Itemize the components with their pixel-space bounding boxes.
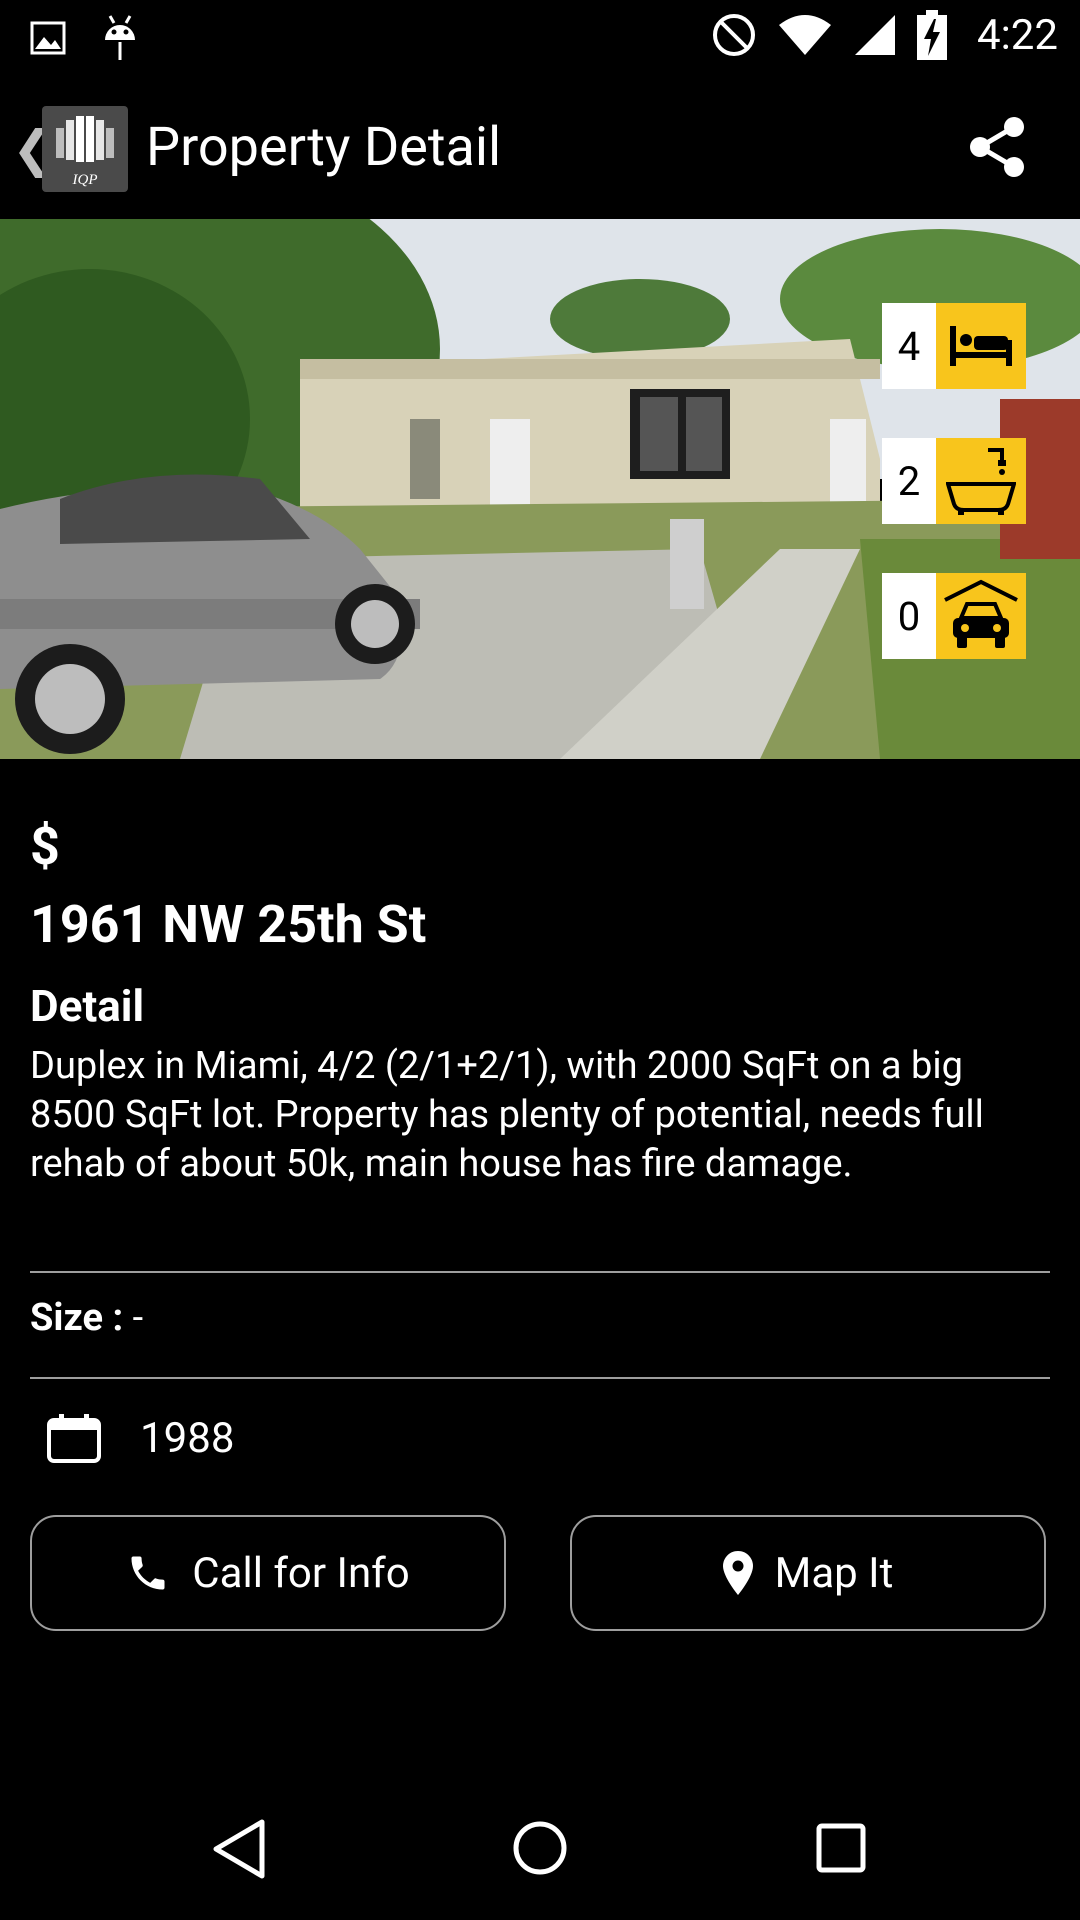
- call-for-info-label: Call for Info: [192, 1548, 410, 1598]
- divider: [30, 1377, 1050, 1379]
- garage-count: 0: [882, 573, 936, 659]
- detail-description: Duplex in Miami, 4/2 (2/1+2/1), with 200…: [30, 1044, 984, 1186]
- year-built-row: 1988: [46, 1412, 234, 1464]
- garage-stat: 0: [882, 573, 1026, 659]
- back-icon[interactable]: [212, 1818, 268, 1880]
- size-label: Size :: [30, 1296, 124, 1340]
- phone-icon: [131, 1556, 165, 1590]
- bathtub-icon: [946, 448, 1016, 515]
- divider: [30, 1271, 1050, 1273]
- app-bar: ❮ IQP Property Detail: [0, 76, 1080, 218]
- property-address: 1961 NW 25th St: [30, 894, 427, 955]
- bathrooms-stat: 2: [882, 438, 1026, 524]
- calendar-icon: [47, 1414, 101, 1463]
- recents-icon[interactable]: [816, 1823, 866, 1873]
- map-pin-icon: [722, 1551, 753, 1595]
- wifi-icon: [779, 15, 831, 55]
- clock: 4:22: [977, 10, 1058, 60]
- status-bar: 4:22: [0, 0, 1080, 76]
- garage-car-icon: [944, 579, 1018, 648]
- app-logo[interactable]: IQP: [42, 106, 128, 192]
- property-price: $: [30, 816, 60, 877]
- detail-heading: Detail: [30, 980, 145, 1032]
- bedrooms-stat: 4: [882, 303, 1026, 389]
- call-for-info-button[interactable]: Call for Info: [30, 1515, 506, 1631]
- logo-text: IQP: [72, 172, 98, 188]
- size-value: -: [132, 1296, 144, 1340]
- share-icon[interactable]: [962, 112, 1032, 182]
- do-not-disturb-icon: [713, 14, 755, 56]
- android-icon: [105, 15, 135, 60]
- page-title: Property Detail: [146, 116, 502, 179]
- battery-charging-icon: [917, 10, 947, 60]
- home-icon[interactable]: [512, 1820, 568, 1876]
- property-photo[interactable]: 4 2 0: [0, 219, 1080, 759]
- year-built: 1988: [140, 1413, 235, 1463]
- bedrooms-count: 4: [882, 303, 936, 389]
- bed-icon: [950, 326, 1012, 366]
- gallery-icon: [30, 21, 66, 55]
- system-nav-bar: [0, 1790, 1080, 1920]
- signal-icon: [855, 15, 895, 55]
- size-row: Size : -: [30, 1296, 143, 1340]
- map-it-label: Map It: [774, 1548, 894, 1598]
- map-it-button[interactable]: Map It: [570, 1515, 1046, 1631]
- bathrooms-count: 2: [882, 438, 936, 524]
